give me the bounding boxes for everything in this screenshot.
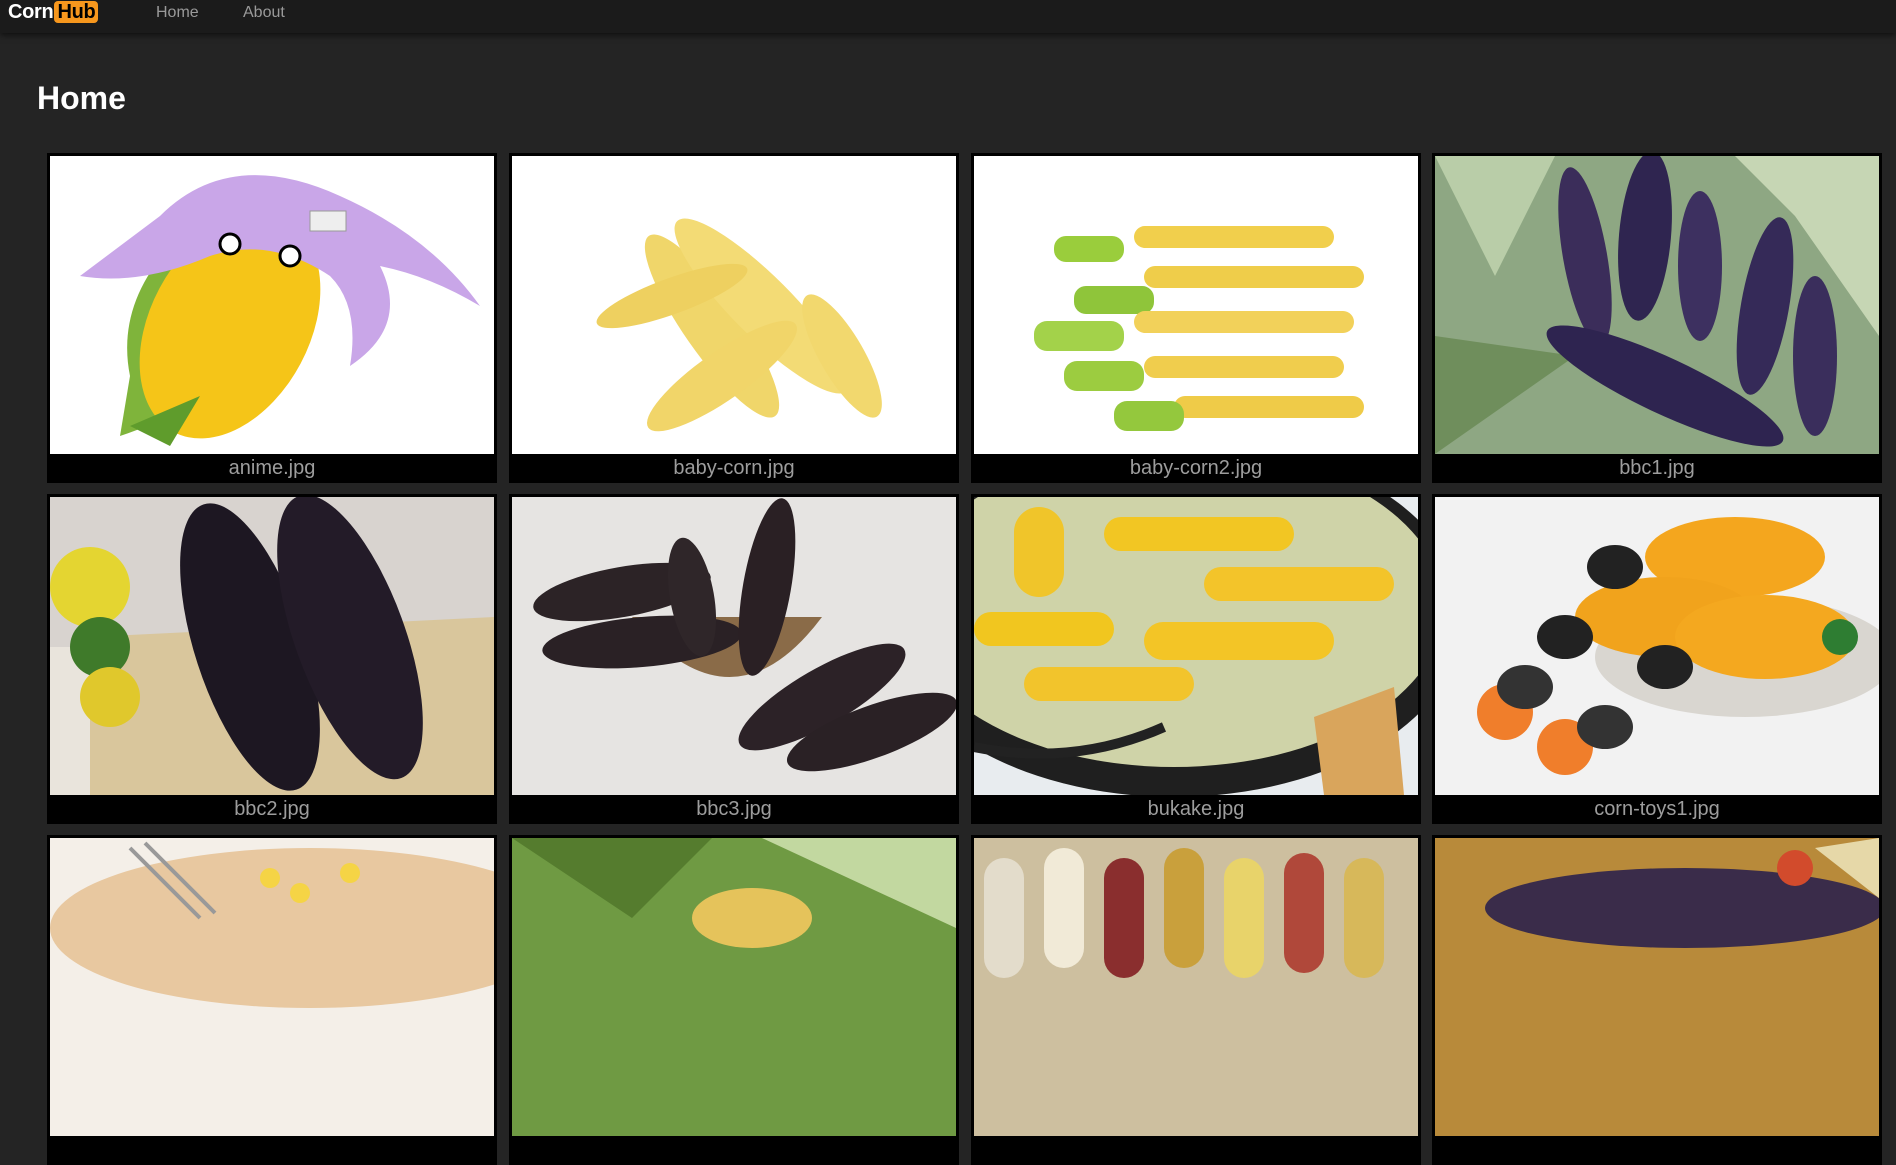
image-caption[interactable]: corn-toys1.jpg [1432, 794, 1882, 824]
baby-corn-image[interactable] [512, 156, 956, 454]
black-corn-image[interactable] [512, 497, 956, 795]
gallery-card[interactable] [509, 835, 959, 1165]
baby-corn-image[interactable] [974, 156, 1418, 454]
gallery-card[interactable] [1432, 835, 1882, 1165]
gallery-card[interactable]: baby-corn2.jpg [971, 153, 1421, 483]
image-caption[interactable] [509, 1135, 959, 1165]
image-caption[interactable]: anime.jpg [47, 453, 497, 483]
gallery-card[interactable]: baby-corn.jpg [509, 153, 959, 483]
image-caption[interactable] [971, 1135, 1421, 1165]
image-caption[interactable]: baby-corn2.jpg [971, 453, 1421, 483]
image-caption[interactable]: bbc1.jpg [1432, 453, 1882, 483]
image-caption[interactable] [1432, 1135, 1882, 1165]
black-corn-image[interactable] [50, 497, 494, 795]
image-caption[interactable]: baby-corn.jpg [509, 453, 959, 483]
gallery-card[interactable]: anime.jpg [47, 153, 497, 483]
anime-corn-image[interactable] [50, 156, 494, 454]
corn-holders-image[interactable] [1435, 497, 1879, 795]
gallery-card[interactable] [971, 835, 1421, 1165]
corn-in-pot-image[interactable] [974, 497, 1418, 795]
image-caption[interactable]: bbc3.jpg [509, 794, 959, 824]
image-caption[interactable] [47, 1135, 497, 1165]
colorful-corn-image[interactable] [974, 838, 1418, 1136]
gallery-card[interactable]: corn-toys1.jpg [1432, 494, 1882, 824]
corn-dish-image[interactable] [50, 838, 494, 1136]
gallery-card[interactable]: bukake.jpg [971, 494, 1421, 824]
corn-plant-image[interactable] [512, 838, 956, 1136]
image-gallery: anime.jpg baby-corn.jpg baby-corn2.jpg b… [0, 0, 1896, 1165]
gallery-card[interactable] [47, 835, 497, 1165]
gallery-card[interactable]: bbc2.jpg [47, 494, 497, 824]
image-caption[interactable]: bbc2.jpg [47, 794, 497, 824]
purple-corn-image[interactable] [1435, 156, 1879, 454]
image-caption[interactable]: bukake.jpg [971, 794, 1421, 824]
corn-cob-image[interactable] [1435, 838, 1879, 1136]
gallery-card[interactable]: bbc3.jpg [509, 494, 959, 824]
gallery-card[interactable]: bbc1.jpg [1432, 153, 1882, 483]
